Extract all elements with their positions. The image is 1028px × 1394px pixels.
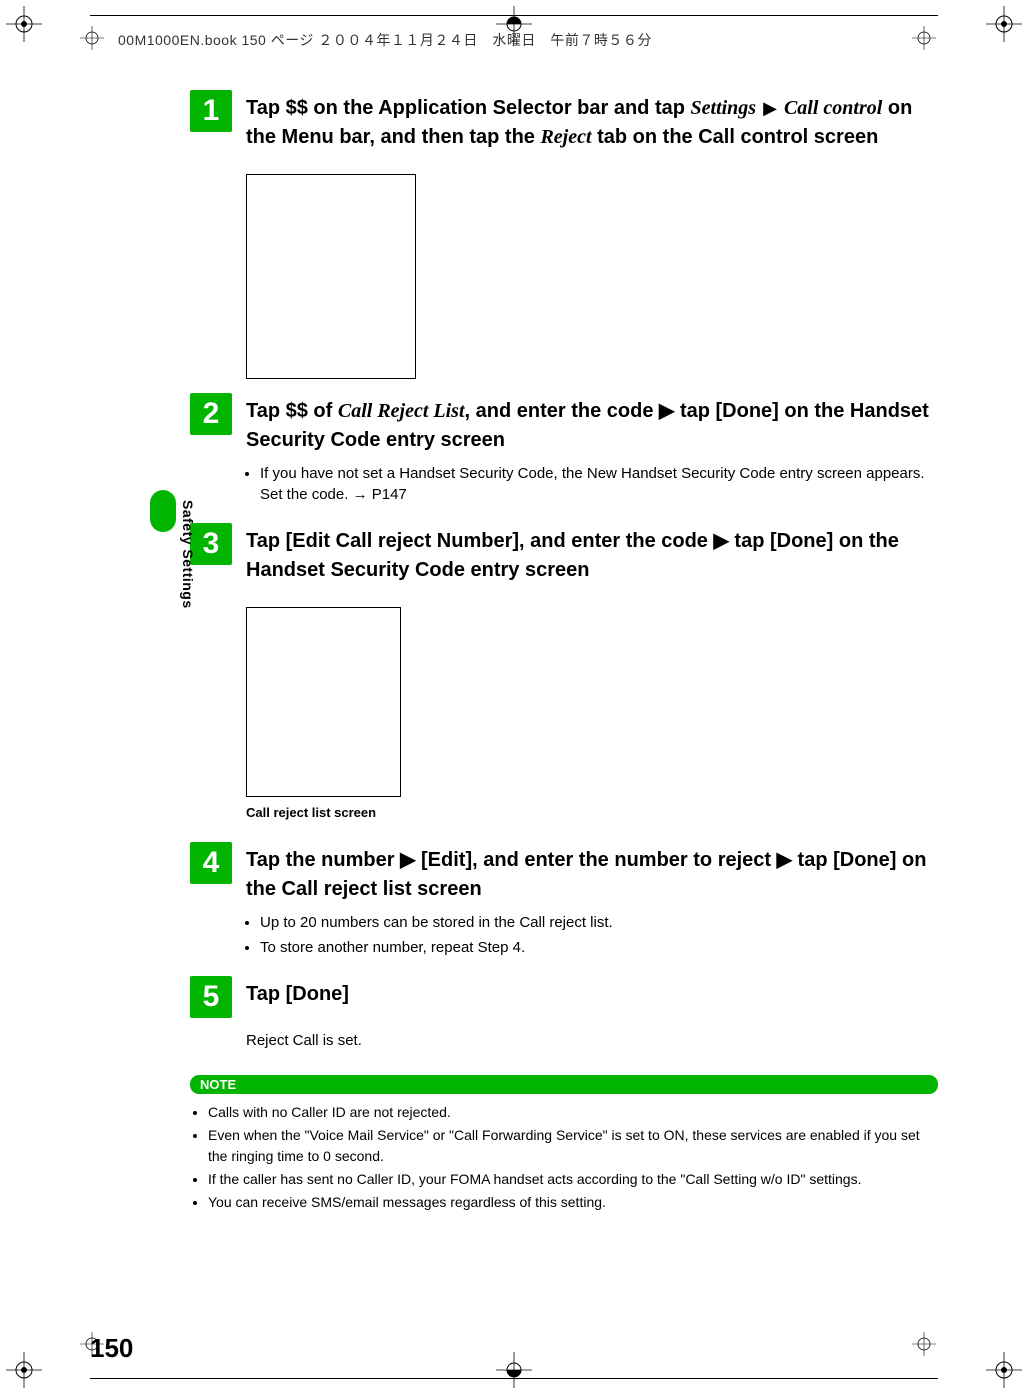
register-mark-icon — [912, 26, 948, 62]
step-number: 2 — [190, 393, 232, 435]
step-title: Tap $$ on the Application Selector bar a… — [246, 94, 938, 152]
note-item: If the caller has sent no Caller ID, you… — [208, 1169, 938, 1189]
step-3: 3 Tap [Edit Call reject Number], and ent… — [190, 523, 938, 593]
text: tab on the Call control screen — [592, 126, 879, 148]
text: Tap $$ on the Application Selector bar a… — [246, 97, 691, 119]
step-title: Tap $$ of Call Reject List, and enter th… — [246, 397, 938, 455]
content: Safety Settings 1 Tap $$ on the Applicat… — [190, 90, 938, 1324]
note-item: Even when the "Voice Mail Service" or "C… — [208, 1125, 938, 1166]
text: Tap $$ of — [246, 400, 338, 422]
text-italic: Call Reject List — [338, 400, 465, 422]
step-2: 2 Tap $$ of Call Reject List, and enter … — [190, 393, 938, 509]
register-mark-icon — [80, 1332, 116, 1368]
text: Tap [Done] — [246, 983, 349, 1005]
crop-mark-icon — [986, 6, 1022, 42]
step-number: 3 — [190, 523, 232, 565]
crop-mark-icon — [986, 1352, 1022, 1388]
crop-mark-icon — [496, 6, 532, 42]
step-body: Tap [Edit Call reject Number], and enter… — [246, 523, 938, 593]
text: Tap the number ▶ [Edit], and enter the n… — [246, 849, 926, 900]
step-body: Tap [Done] — [246, 976, 938, 1017]
screenshot-caption: Call reject list screen — [246, 805, 938, 820]
bullet: If you have not set a Handset Security C… — [260, 463, 938, 505]
side-tab — [150, 490, 176, 532]
step-body: Tap the number ▶ [Edit], and enter the n… — [246, 842, 938, 962]
crop-mark-icon — [496, 1352, 532, 1388]
running-header: 00M1000EN.book 150 ページ ２００４年１１月２４日 水曜日 午… — [118, 30, 652, 50]
step-bullets: Up to 20 numbers can be stored in the Ca… — [246, 912, 938, 958]
page-container: 00M1000EN.book 150 ページ ２００４年１１月２４日 水曜日 午… — [90, 20, 938, 1364]
crop-mark-icon — [6, 1352, 42, 1388]
step-4: 4 Tap the number ▶ [Edit], and enter the… — [190, 842, 938, 962]
text-italic: Call control — [784, 97, 882, 119]
step-5: 5 Tap [Done] — [190, 976, 938, 1018]
step-bullets: If you have not set a Handset Security C… — [246, 463, 938, 505]
step-number: 5 — [190, 976, 232, 1018]
step-subtext: Reject Call is set. — [246, 1032, 938, 1049]
step-title: Tap [Done] — [246, 980, 938, 1009]
note-header: NOTE — [190, 1075, 938, 1094]
step-title: Tap [Edit Call reject Number], and enter… — [246, 527, 938, 585]
note-list: Calls with no Caller ID are not rejected… — [190, 1102, 938, 1212]
note-item: Calls with no Caller ID are not rejected… — [208, 1102, 938, 1122]
screenshot-placeholder-1 — [246, 174, 416, 379]
text: Tap [Edit Call reject Number], and enter… — [246, 530, 899, 581]
step-number: 1 — [190, 90, 232, 132]
side-tab-label: Safety Settings — [180, 500, 196, 609]
screenshot-placeholder-2 — [246, 607, 401, 797]
text-italic: Settings — [691, 97, 757, 119]
step-title: Tap the number ▶ [Edit], and enter the n… — [246, 846, 938, 904]
crop-mark-icon — [6, 6, 42, 42]
arrow-icon: ▶ — [758, 98, 782, 118]
note-item: You can receive SMS/email messages regar… — [208, 1192, 938, 1212]
step-body: Tap $$ of Call Reject List, and enter th… — [246, 393, 938, 509]
step-1: 1 Tap $$ on the Application Selector bar… — [190, 90, 938, 160]
register-mark-icon — [80, 26, 116, 62]
text-italic: Reject — [540, 126, 591, 148]
bullet: Up to 20 numbers can be stored in the Ca… — [260, 912, 938, 933]
bullet: To store another number, repeat Step 4. — [260, 937, 938, 958]
step-number: 4 — [190, 842, 232, 884]
step-body: Tap $$ on the Application Selector bar a… — [246, 90, 938, 160]
register-mark-icon — [912, 1332, 948, 1368]
note-label: NOTE — [200, 1077, 236, 1092]
